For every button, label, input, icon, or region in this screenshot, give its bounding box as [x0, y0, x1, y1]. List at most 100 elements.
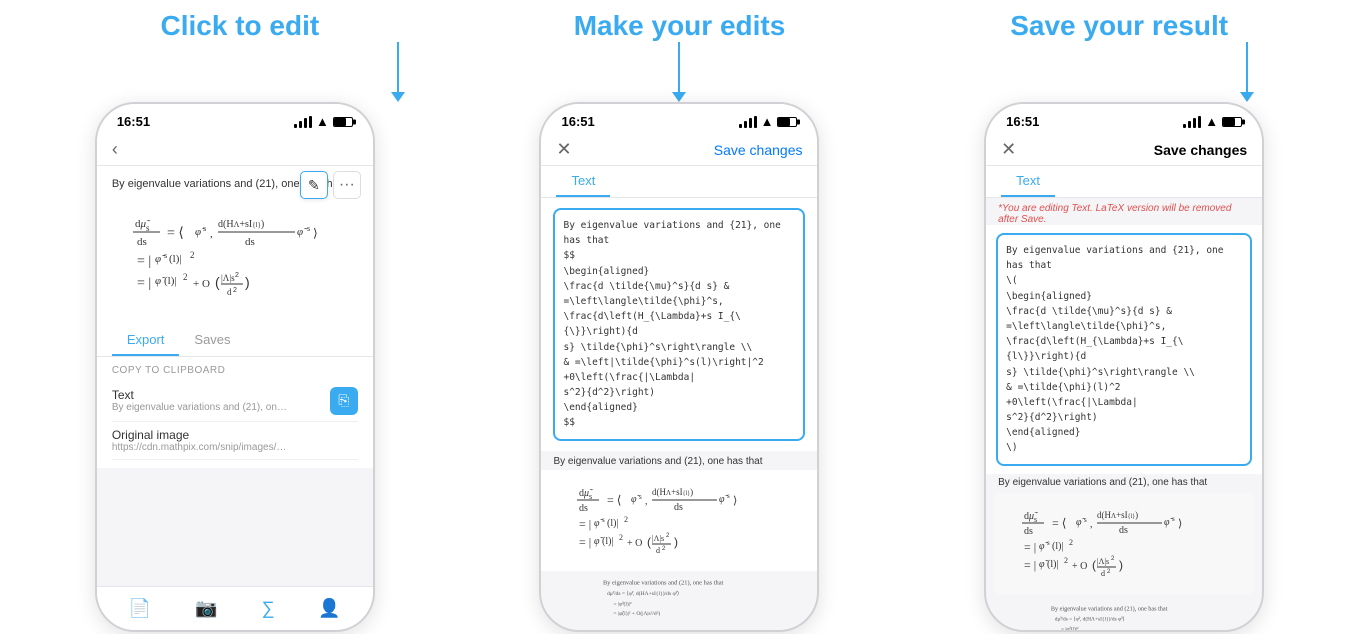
phone3-status-icons: ▲ — [1183, 114, 1242, 129]
small-math3: By eigenvalue variations and (21), one h… — [986, 597, 1262, 632]
svg-text:s: s — [727, 492, 730, 500]
tab-text2[interactable]: Text — [556, 166, 610, 197]
phone2-tabs: Text — [541, 166, 817, 198]
svg-text:= |: = | — [137, 276, 151, 291]
svg-text:+ O: + O — [627, 538, 642, 549]
svg-text:(: ( — [215, 274, 220, 290]
text-editor-box2[interactable]: By eigenvalue variations and {21}, one h… — [553, 208, 805, 441]
phone3-time: 16:51 — [1006, 114, 1039, 129]
svg-text:2: 2 — [624, 515, 628, 524]
svg-text:(: ( — [647, 535, 651, 549]
svg-text:(l)|: (l)| — [602, 536, 613, 547]
text-editor-box3[interactable]: By eigenvalue variations and {21}, one h… — [996, 233, 1252, 466]
svg-text:(l)|: (l)| — [607, 518, 618, 529]
phone3-nav: ✕ Save changes — [986, 134, 1262, 166]
image-row-sub: https://cdn.mathpix.com/snip/images/Sanv… — [112, 442, 292, 453]
svg-text:d: d — [227, 287, 232, 297]
svg-text:2: 2 — [190, 250, 195, 260]
svg-text:,: , — [1090, 519, 1093, 530]
arrow-line-2 — [678, 42, 680, 92]
svg-text:2: 2 — [1069, 538, 1073, 547]
arrow1 — [391, 42, 405, 102]
svg-text:|Λ|s: |Λ|s — [221, 273, 235, 283]
svg-text:(l)|: (l)| — [169, 253, 182, 265]
edit-icon-button[interactable]: ✎ — [300, 171, 328, 199]
svg-text:s: s — [203, 224, 206, 233]
arrow-head-1 — [391, 92, 405, 102]
phone3-status-bar: 16:51 ▲ — [986, 104, 1262, 134]
svg-text:d: d — [656, 546, 660, 555]
phone1-scroll[interactable]: By eigenvalue variations and (21), one h… — [97, 166, 373, 604]
tab-saves[interactable]: Saves — [179, 325, 245, 356]
svg-text:= |φ̃(l)|² + O(|Λ|s²/d²): = |φ̃(l)|² + O(|Λ|s²/d²) — [614, 610, 661, 617]
export-section: COPY TO CLIPBOARD Text By eigenvalue var… — [97, 357, 373, 468]
arrow-line-1 — [397, 42, 399, 92]
svg-text:= |φ̃ˢ(l)|²: = |φ̃ˢ(l)|² — [1061, 625, 1079, 632]
wifi-icon2: ▲ — [761, 114, 774, 129]
svg-text:= |: = | — [579, 535, 591, 549]
svg-text:= ⟨: = ⟨ — [607, 493, 621, 507]
svg-text:|Λ|s: |Λ|s — [1097, 557, 1109, 566]
small-math2: By eigenvalue variations and (21), one h… — [541, 571, 817, 625]
warning-text3: *You are editing Text. LaTeX version wil… — [986, 198, 1262, 225]
svg-text:d: d — [1101, 569, 1105, 578]
svg-text:s: s — [1084, 516, 1087, 524]
formula-nav-icon[interactable]: ∑ — [252, 595, 285, 622]
phone2-editor-area: By eigenvalue variations and {21}, one h… — [541, 198, 817, 451]
more-icon-button[interactable]: ··· — [333, 171, 361, 199]
battery-icon — [333, 117, 353, 127]
svg-text:s: s — [1047, 539, 1050, 547]
camera-nav-icon[interactable]: 📷 — [185, 595, 227, 622]
svg-text:= ⟨: = ⟨ — [167, 226, 184, 241]
close-button3[interactable]: ✕ — [1001, 139, 1016, 160]
preview-intro3: By eigenvalue variations and (21), one h… — [986, 474, 1262, 490]
svg-text:2: 2 — [235, 272, 239, 279]
tab-export[interactable]: Export — [112, 325, 180, 356]
formula-block1: dμ̃s ds = ⟨ φ̃ s , d(HΛ+sI{l}) ds φ̃ s — [112, 199, 358, 315]
svg-text:s: s — [307, 224, 310, 233]
svg-text:d(HΛ+sI{l}): d(HΛ+sI{l}) — [652, 487, 693, 497]
step2-label: Make your edits — [460, 10, 900, 42]
svg-text:+ O: + O — [1072, 561, 1087, 572]
phone2-status-bar: 16:51 ▲ — [541, 104, 817, 134]
back-button[interactable]: ‹ — [112, 139, 118, 160]
svg-text:d(HΛ+sI{l}): d(HΛ+sI{l}) — [218, 219, 264, 230]
wifi-icon3: ▲ — [1205, 114, 1218, 129]
svg-text:2: 2 — [619, 533, 623, 542]
formula-block3: dμ̃s ds = ⟨ φ̃ s , d(HΛ+sI{l}) ds φ̃ s ⟩… — [994, 493, 1254, 594]
text-export-row[interactable]: Text By eigenvalue variations and (21), … — [112, 381, 358, 422]
phone3: 16:51 ▲ ✕ Save changes — [984, 102, 1264, 632]
close-button2[interactable]: ✕ — [556, 139, 571, 160]
svg-text:): ) — [674, 535, 678, 549]
tab-text3[interactable]: Text — [1001, 166, 1055, 197]
svg-text:,: , — [210, 228, 213, 240]
phone1: 16:51 ▲ ‹ — [95, 102, 375, 632]
copy-text-button[interactable]: ⎘ — [330, 387, 358, 415]
battery-icon2 — [777, 117, 797, 127]
image-export-row[interactable]: Original image https://cdn.mathpix.com/s… — [112, 422, 358, 460]
svg-text:dμ̃ˢ/ds = ⟨φ̃ˢ, d(HΛ+sI{l})/ds: dμ̃ˢ/ds = ⟨φ̃ˢ, d(HΛ+sI{l})/ds φ̃ˢ⟩ — [1054, 615, 1124, 622]
svg-text:,: , — [645, 496, 648, 507]
svg-text:= |: = | — [1024, 558, 1036, 572]
wifi-icon: ▲ — [316, 114, 329, 129]
svg-text:= |: = | — [1024, 540, 1036, 554]
phone1-time: 16:51 — [117, 114, 150, 129]
svg-text:2: 2 — [662, 546, 666, 552]
svg-text:By eigenvalue variations and (: By eigenvalue variations and (21), one h… — [603, 579, 724, 586]
signal-icon2 — [739, 116, 757, 128]
arrow2 — [672, 42, 686, 102]
svg-text:s: s — [602, 516, 605, 524]
phone1-column: 16:51 ▲ ‹ — [95, 47, 375, 632]
doc-nav-icon[interactable]: 📄 — [119, 595, 161, 622]
svg-text:= |: = | — [579, 517, 591, 531]
editor-content2: By eigenvalue variations and {21}, one h… — [563, 218, 795, 431]
phone1-bottom-nav: 📄 📷 ∑ 👤 — [97, 586, 373, 630]
small-formula-svg3: By eigenvalue variations and (21), one h… — [1047, 601, 1202, 632]
svg-text:ds: ds — [1119, 525, 1128, 536]
signal-icon3 — [1183, 116, 1201, 128]
person-nav-icon[interactable]: 👤 — [308, 595, 350, 622]
save-button3[interactable]: Save changes — [1154, 142, 1247, 158]
image-row-label: Original image — [112, 428, 292, 442]
save-button2[interactable]: Save changes — [714, 142, 803, 158]
svg-text:2: 2 — [1064, 556, 1068, 565]
